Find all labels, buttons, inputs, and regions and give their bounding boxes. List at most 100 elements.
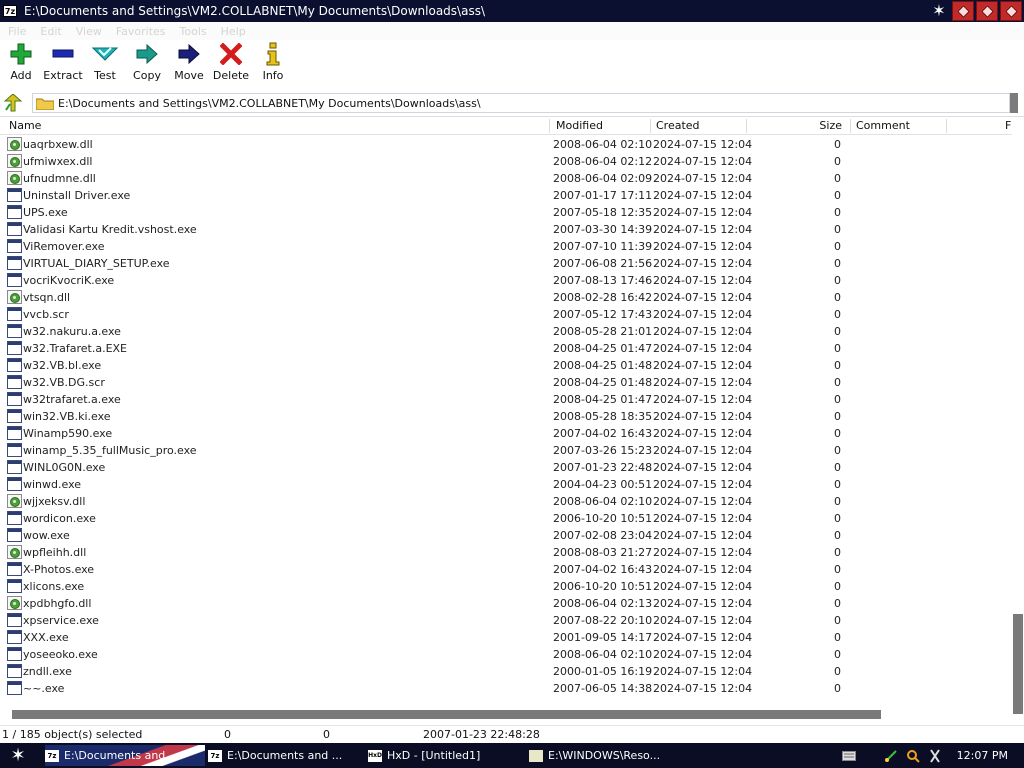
menu-tools[interactable]: Tools <box>180 25 207 38</box>
horizontal-scroll-thumb[interactable] <box>12 710 881 719</box>
file-row[interactable]: ~~.exe 2007-06-05 14:38 2024-07-15 12:04 0 <box>0 680 1010 697</box>
start-button[interactable]: ✶ <box>4 745 32 766</box>
file-row[interactable]: xpdbhgfo.dll 2008-06-04 02:13 2024-07-15 1… <box>0 595 1010 612</box>
file-row[interactable]: winwd.exe 2004-04-23 00:51 2024-07-15 12:0… <box>0 476 1010 493</box>
file-row[interactable]: xlicons.exe 2006-10-20 10:51 2024-07-15 12… <box>0 578 1010 595</box>
file-row[interactable]: w32trafaret.a.exe 2008-04-25 01:47 2024-07… <box>0 391 1010 408</box>
file-row[interactable]: winamp_5.35_fullMusic_pro.exe 2007-03-26 … <box>0 442 1010 459</box>
menu-favorites[interactable]: Favorites <box>116 25 166 38</box>
move-button[interactable]: Move <box>168 40 210 88</box>
file-size: 0 <box>834 444 841 457</box>
file-size: 0 <box>834 240 841 253</box>
dll-file-icon <box>7 171 22 185</box>
file-modified: 2007-05-18 12:35 <box>553 206 653 219</box>
file-row[interactable]: zndll.exe 2000-01-05 16:19 2024-07-15 12:0… <box>0 663 1010 680</box>
file-row[interactable]: wow.exe 2007-02-08 23:04 2024-07-15 12:04 0 <box>0 527 1010 544</box>
file-row[interactable]: Uninstall Driver.exe 2007-01-17 17:11 2024… <box>0 187 1010 204</box>
menu-help[interactable]: Help <box>221 25 246 38</box>
file-size: 0 <box>834 427 841 440</box>
exe-file-icon <box>7 239 22 253</box>
extract-button[interactable]: Extract <box>42 40 84 88</box>
file-modified: 2008-06-04 02:10 <box>553 138 653 151</box>
file-row[interactable]: XXX.exe 2001-09-05 14:17 2024-07-15 12:04 0 <box>0 629 1010 646</box>
horizontal-scrollbar[interactable] <box>0 709 1012 719</box>
file-row[interactable]: ViRemover.exe 2007-07-10 11:39 2024-07-15 … <box>0 238 1010 255</box>
path-dropdown-scroll[interactable] <box>1010 93 1018 113</box>
network-icon[interactable] <box>883 748 899 764</box>
file-name: vtsqn.dll <box>23 291 71 304</box>
vertical-scrollbar[interactable] <box>1012 136 1024 714</box>
file-row[interactable]: ufmiwxex.dll 2008-06-04 02:12 2024-07-15 1… <box>0 153 1010 170</box>
task-7zip[interactable]: 7z E:\Documents and ... <box>208 745 364 766</box>
star-icon[interactable]: ✶ <box>928 1 950 21</box>
file-row[interactable]: wordicon.exe 2006-10-20 10:51 2024-07-15 1… <box>0 510 1010 527</box>
copy-button[interactable]: Copy <box>126 40 168 88</box>
file-modified: 2007-06-05 14:38 <box>553 682 653 695</box>
file-row[interactable]: vtsqn.dll 2008-02-28 16:42 2024-07-15 12:0… <box>0 289 1010 306</box>
status-date: 2007-01-23 22:48:28 <box>423 728 540 741</box>
add-button[interactable]: Add <box>0 40 42 88</box>
task-label: E:\Documents and ... <box>227 749 343 762</box>
tools-icon[interactable] <box>927 748 943 764</box>
menu-view[interactable]: View <box>76 25 102 38</box>
file-row[interactable]: wpfleihh.dll 2008-08-03 21:27 2024-07-15 1… <box>0 544 1010 561</box>
file-row[interactable]: w32.VB.DG.scr 2008-04-25 01:48 2024-07-15 … <box>0 374 1010 391</box>
column-modified[interactable]: Modified <box>556 119 603 132</box>
window-title: E:\Documents and Settings\VM2.COLLABNET\… <box>24 4 485 18</box>
file-size: 0 <box>834 478 841 491</box>
delete-button[interactable]: Delete <box>210 40 252 88</box>
file-row[interactable]: w32.Trafaret.a.EXE 2008-04-25 01:47 2024-0… <box>0 340 1010 357</box>
task-hxd[interactable]: HxD HxD - [Untitled1] <box>368 745 526 766</box>
search-icon[interactable] <box>905 748 921 764</box>
file-row[interactable]: w32.VB.bl.exe 2008-04-25 01:48 2024-07-15 … <box>0 357 1010 374</box>
file-row[interactable]: w32.nakuru.a.exe 2008-05-28 21:01 2024-07-… <box>0 323 1010 340</box>
file-modified: 2001-09-05 14:17 <box>553 631 653 644</box>
file-row[interactable]: win32.VB.ki.exe 2008-05-28 18:35 2024-07-1… <box>0 408 1010 425</box>
maximize-button[interactable] <box>976 1 998 21</box>
close-button[interactable] <box>1000 1 1022 21</box>
file-row[interactable]: uaqrbxew.dll 2008-06-04 02:10 2024-07-15 1… <box>0 136 1010 153</box>
title-bar: 7z E:\Documents and Settings\VM2.COLLABN… <box>0 0 1024 22</box>
file-size: 0 <box>834 512 841 525</box>
file-created: 2024-07-15 12:04 <box>653 291 753 304</box>
keyboard-icon[interactable] <box>841 748 857 764</box>
exe-file-icon <box>7 375 22 389</box>
file-row[interactable]: wjjxeksv.dll 2008-06-04 02:10 2024-07-15 1… <box>0 493 1010 510</box>
task-notepad[interactable]: E:\WINDOWS\Reso... <box>529 745 689 766</box>
vertical-scroll-thumb[interactable] <box>1013 614 1023 714</box>
test-button[interactable]: Test <box>84 40 126 88</box>
file-row[interactable]: WINL0G0N.exe 2007-01-23 22:48 2024-07-15 1… <box>0 459 1010 476</box>
file-row[interactable]: vvcb.scr 2007-05-12 17:43 2024-07-15 12:04… <box>0 306 1010 323</box>
file-name: wow.exe <box>23 529 70 542</box>
check-icon <box>91 40 119 68</box>
minimize-button[interactable] <box>952 1 974 21</box>
file-rows: uaqrbxew.dll 2008-06-04 02:10 2024-07-15 1… <box>0 136 1010 698</box>
info-button[interactable]: Info <box>252 40 294 88</box>
column-f[interactable]: F <box>1005 119 1011 132</box>
file-row[interactable]: Validasi Kartu Kredit.vshost.exe 2007-03-… <box>0 221 1010 238</box>
file-row[interactable]: vocriKvocriK.exe 2007-08-13 17:46 2024-07-… <box>0 272 1010 289</box>
copy-arrow-icon <box>133 40 161 68</box>
column-created[interactable]: Created <box>656 119 700 132</box>
taskbar-clock[interactable]: 12:07 PM <box>957 749 1008 762</box>
file-row[interactable]: X-Photos.exe 2007-04-02 16:43 2024-07-15 1… <box>0 561 1010 578</box>
file-size: 0 <box>834 410 841 423</box>
file-name: Validasi Kartu Kredit.vshost.exe <box>23 223 197 236</box>
column-comment[interactable]: Comment <box>856 119 910 132</box>
task-7zip-active[interactable]: 7z E:\Documents and ... <box>45 745 205 766</box>
menu-edit[interactable]: Edit <box>40 25 61 38</box>
file-row[interactable]: xpservice.exe 2007-08-22 20:10 2024-07-15 … <box>0 612 1010 629</box>
up-folder-button[interactable] <box>3 93 23 113</box>
file-row[interactable]: VIRTUAL_DIARY_SETUP.exe 2007-06-08 21:56 2… <box>0 255 1010 272</box>
up-arrow-icon <box>4 94 22 112</box>
menu-file[interactable]: File <box>8 25 26 38</box>
file-row[interactable]: Winamp590.exe 2007-04-02 16:43 2024-07-15 … <box>0 425 1010 442</box>
column-size[interactable]: Size <box>760 119 842 132</box>
file-created: 2024-07-15 12:04 <box>653 682 753 695</box>
file-row[interactable]: yoseeoko.exe 2008-06-04 02:10 2024-07-15 1… <box>0 646 1010 663</box>
path-field[interactable]: E:\Documents and Settings\VM2.COLLABNET\… <box>32 93 1010 113</box>
file-row[interactable]: ufnudmne.dll 2008-06-04 02:09 2024-07-15 1… <box>0 170 1010 187</box>
dll-file-icon <box>7 494 22 508</box>
file-row[interactable]: UPS.exe 2007-05-18 12:35 2024-07-15 12:04 0 <box>0 204 1010 221</box>
column-name[interactable]: Name <box>9 119 41 132</box>
